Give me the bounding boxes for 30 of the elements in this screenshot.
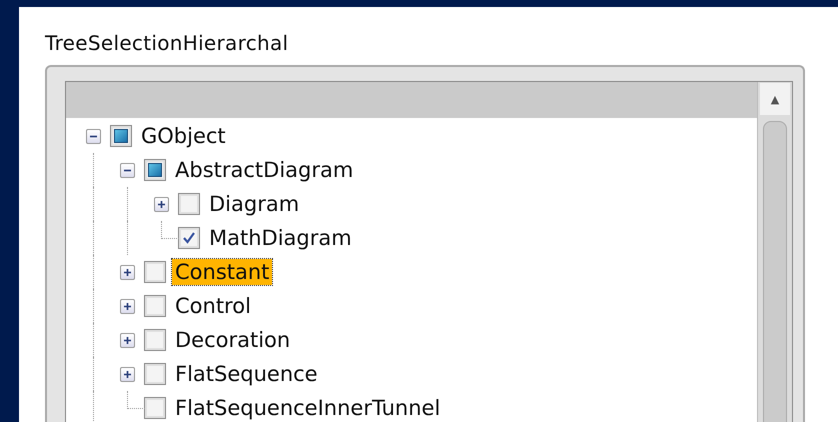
scroll-thumb[interactable] <box>763 121 787 422</box>
checkbox[interactable] <box>144 159 166 181</box>
checkbox[interactable] <box>144 295 166 317</box>
scrollbar[interactable]: ▲ <box>757 82 792 422</box>
tree-item[interactable]: MathDiagram <box>206 225 355 251</box>
expand-icon[interactable] <box>120 298 134 314</box>
expand-icon[interactable] <box>120 264 134 280</box>
control-title: TreeSelectionHierarchal <box>45 31 290 55</box>
tree-item[interactable]: FlatSequenceInnerTunnel <box>172 395 444 421</box>
expand-icon[interactable] <box>120 366 134 382</box>
tree-item[interactable]: Diagram <box>206 191 302 217</box>
checkbox[interactable] <box>178 193 200 215</box>
scroll-up-button[interactable]: ▲ <box>760 83 790 115</box>
tree-item[interactable]: AbstractDiagram <box>172 157 356 183</box>
checkbox[interactable] <box>110 125 132 147</box>
checkbox[interactable] <box>144 329 166 351</box>
collapse-icon[interactable] <box>86 128 100 144</box>
check-icon <box>182 231 196 245</box>
checkbox[interactable] <box>178 227 200 249</box>
tree-item[interactable]: Control <box>172 293 254 319</box>
checkbox[interactable] <box>144 261 166 283</box>
tree-item[interactable]: GObject <box>138 123 229 149</box>
expand-icon[interactable] <box>154 196 168 212</box>
tree-item[interactable]: Constant <box>172 259 272 285</box>
tree-item[interactable]: FlatSequence <box>172 361 321 387</box>
checkbox[interactable] <box>144 397 166 419</box>
collapse-icon[interactable] <box>120 162 134 178</box>
expand-icon[interactable] <box>120 332 134 348</box>
checkbox[interactable] <box>144 363 166 385</box>
tree-item[interactable]: Decoration <box>172 327 294 353</box>
